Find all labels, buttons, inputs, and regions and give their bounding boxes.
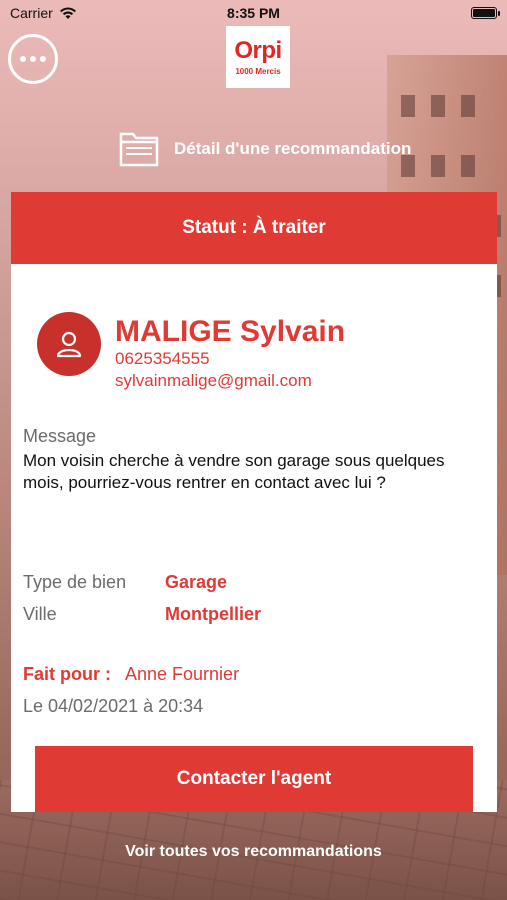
- more-menu-button[interactable]: [8, 34, 58, 84]
- orpi-logo: Orpi 1000 Mercis: [226, 26, 290, 88]
- all-recommendations-link[interactable]: Voir toutes vos recommandations: [0, 843, 507, 861]
- logo-brand: Orpi: [234, 36, 282, 64]
- user-icon: [56, 331, 82, 358]
- property-type-value: Garage: [165, 572, 228, 592]
- page-subtitle-text: Détail d'une recommandation: [174, 139, 412, 158]
- contact-agent-button[interactable]: Contacter l'agent: [35, 746, 473, 812]
- contact-block: MALIGE Sylvain 0625354555 sylvainmalige@…: [37, 312, 345, 392]
- recommendation-card: Statut : À traiter MALIGE Sylvain 062535…: [11, 192, 497, 812]
- made-for-value: Anne Fournier: [125, 664, 240, 684]
- property-type-label: Type de bien: [23, 572, 127, 592]
- status-bar: Carrier 8:35 PM: [0, 0, 507, 26]
- dot-icon: [40, 56, 46, 62]
- logo-subtitle: 1000 Mercis: [235, 66, 281, 76]
- contact-phone-link[interactable]: 0625354555: [115, 348, 345, 370]
- avatar: [37, 312, 101, 376]
- property-type-row: Type de bien Garage: [23, 572, 227, 593]
- battery-icon: [471, 7, 500, 19]
- contact-name: MALIGE Sylvain: [115, 315, 346, 348]
- folder-icon: [119, 132, 159, 167]
- carrier-label: Carrier: [10, 5, 53, 21]
- contact-email-link[interactable]: sylvainmalige@gmail.com: [115, 370, 345, 392]
- dot-icon: [30, 56, 36, 62]
- city-label: Ville: [23, 604, 57, 624]
- city-row: Ville Montpellier: [23, 604, 261, 625]
- status-header: Statut : À traiter: [11, 192, 497, 264]
- city-value: Montpellier: [165, 604, 262, 624]
- wifi-icon: [59, 7, 76, 19]
- made-for-label: Fait pour :: [23, 664, 111, 684]
- made-for-row: Fait pour : Anne Fournier: [23, 664, 239, 685]
- page-subtitle: Détail d'une recommandation: [118, 130, 411, 168]
- dot-icon: [20, 56, 26, 62]
- clock: 8:35 PM: [227, 5, 280, 21]
- message-text: Mon voisin cherche à vendre son garage s…: [23, 451, 445, 492]
- message-label: Message: [23, 426, 97, 446]
- recommendation-date: Le 04/02/2021 à 20:34: [23, 696, 204, 716]
